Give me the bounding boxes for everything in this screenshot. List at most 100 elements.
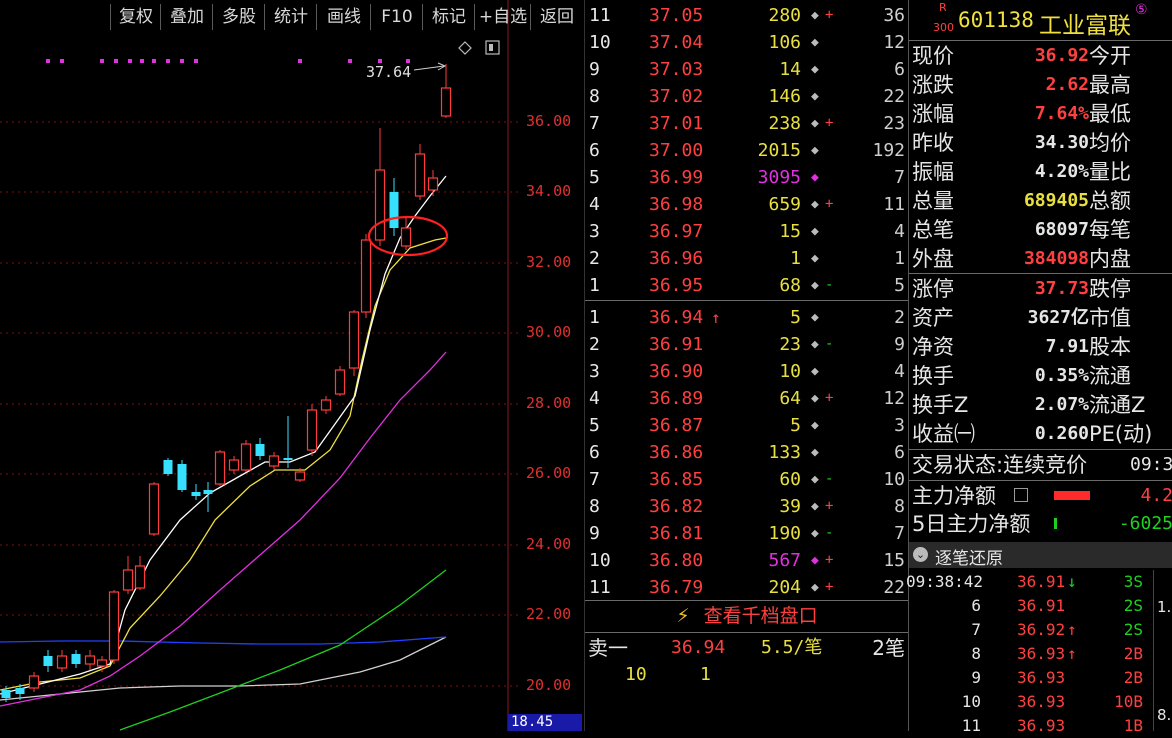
ask-row[interactable]: 7 37.01 238 ◆ +23 (585, 110, 909, 137)
ask-row[interactable]: 3 36.97 15 ◆ 4 (585, 218, 909, 245)
bid-order-count: 2 (894, 307, 905, 328)
tick-row[interactable]: 6 36.91 2S (909, 594, 1172, 618)
toolbar-button-7[interactable]: +自选 (474, 4, 531, 30)
ask-price: 36.99 (649, 167, 704, 188)
main-net-value: 4.2 (1140, 485, 1172, 506)
ask-row[interactable]: 8 37.02 146 ◆ 22 (585, 83, 909, 110)
bid-order-count: 4 (894, 361, 905, 382)
ask-row[interactable]: 5 36.99 3095 ◆ 7 (585, 164, 909, 191)
bid-row[interactable]: 3 36.90 10 ◆ 4 (585, 358, 909, 385)
bid-row[interactable]: 7 36.85 60 ◆ - 10 (585, 466, 909, 493)
more-depth-button[interactable]: ⚡ 查看千档盘口 (585, 601, 909, 631)
bid-row[interactable]: 8 36.82 39 ◆ +8 (585, 493, 909, 520)
quote-label: 总量 (912, 189, 954, 213)
bid-row[interactable]: 10 36.80 567 ◆ +15 (585, 547, 909, 574)
queue-order-2: 1 (700, 664, 711, 685)
tick-time: 10 (961, 692, 981, 711)
toolbar-button-6[interactable]: 标记 (422, 4, 475, 30)
toolbar-button-8[interactable]: 返回 (530, 4, 583, 30)
bid-change-sign: - (825, 471, 834, 487)
bid-row[interactable]: 4 36.89 64 ◆ +12 (585, 385, 909, 412)
ma20-line (0, 351, 447, 707)
candle-body (84, 655, 96, 665)
kline-chart[interactable]: 37.64 36.00 34.00 32.00 30.00 28.00 26.00 24.0… (0, 0, 582, 731)
candle-body (28, 675, 40, 689)
bid-volume: 60 (779, 469, 801, 490)
main5-net-row: 5日主力净额 -6025 (912, 510, 1172, 538)
bid-change-sign: + (825, 552, 834, 568)
price-tick-label: 20.00 (526, 676, 572, 694)
tick-time: 7 (971, 620, 981, 639)
diamond-icon: ◆ (811, 251, 819, 266)
candle-body (96, 659, 108, 667)
toolbar-button-3[interactable]: 统计 (264, 4, 317, 30)
bid-row[interactable]: 9 36.81 190 ◆ - 7 (585, 520, 909, 547)
quote-row: 总量 689405 总额 (909, 187, 1172, 215)
tick-row[interactable]: 10 36.93 10B (909, 690, 1172, 714)
up-arrow-icon: ↑ (711, 308, 721, 327)
ask-price: 36.96 (649, 248, 704, 269)
toolbar-button-2[interactable]: 多股 (212, 4, 265, 30)
candle-body (163, 460, 173, 474)
diamond-icon: ◆ (811, 224, 819, 239)
quote-label: 外盘 (912, 247, 954, 271)
bid-volume: 5 (790, 307, 801, 328)
tick-row[interactable]: 8 36.93 ↑ 2B (909, 642, 1172, 666)
bid-row[interactable]: 6 36.86 133 ◆ 6 (585, 439, 909, 466)
bid-row[interactable]: 5 36.87 5 ◆ 3 (585, 412, 909, 439)
ask-row[interactable]: 1 36.95 68 ◆ - 5 (585, 272, 909, 299)
bid-row[interactable]: 1 36.94 ↑ 5 ◆ 2 (585, 304, 909, 331)
ask-row[interactable]: 11 37.05 280 ◆ +36 (585, 2, 909, 29)
ask-row[interactable]: 4 36.98 659 ◆ +11 (585, 191, 909, 218)
fundamental-label-2: 跌停 (1089, 277, 1131, 301)
signal-marker (128, 59, 132, 63)
candle-body (334, 369, 346, 395)
tick-row[interactable]: 7 36.92 ↑ 2S (909, 618, 1172, 642)
bid-row[interactable]: 2 36.91 23 ◆ - 9 (585, 331, 909, 358)
window-icon-fill (489, 44, 493, 51)
ask-row[interactable]: 6 37.00 2015 ◆ 192 (585, 137, 909, 164)
ask-row[interactable]: 2 36.96 1 ◆ 1 (585, 245, 909, 272)
price-tick-label: 24.00 (526, 535, 572, 553)
toolbar-button-4[interactable]: 画线 (316, 4, 371, 30)
fundamental-value: 2.07% (1034, 394, 1089, 415)
ask-volume: 280 (768, 5, 801, 26)
candle-body (374, 169, 386, 241)
kline-canvas[interactable]: 37.64 (0, 0, 582, 731)
bid-row[interactable]: 11 36.79 204 ◆ +22 (585, 574, 909, 601)
ask-order-count: 36 (883, 5, 905, 26)
fundamental-label: 换手Z (912, 393, 969, 417)
bid-volume: 190 (768, 523, 801, 544)
bid-order-count: 8 (894, 496, 905, 517)
quote-value: 36.92 (1034, 45, 1089, 66)
toolbar-button-1[interactable]: 叠加 (160, 4, 213, 30)
ask-row[interactable]: 10 37.04 106 ◆ 12 (585, 29, 909, 56)
chart-toolbar: 复权 叠加 多股 统计 画线 F10 标记 +自选 返回 (0, 4, 582, 32)
ask-order-count: 5 (894, 275, 905, 296)
list-icon[interactable] (1014, 488, 1028, 502)
signal-marker (60, 59, 64, 63)
index-badge: 300 (933, 21, 954, 34)
tick-row[interactable]: 9 36.93 2B (909, 666, 1172, 690)
ask-level: 1 (589, 275, 600, 296)
toolbar-button-0[interactable]: 复权 (110, 4, 161, 30)
tick-row[interactable]: 09:38:42 36.91 ↓ 3S (906, 570, 1172, 594)
tick-panel-header[interactable]: ⌄ 逐笔还原 (909, 542, 1172, 569)
quote-value: 34.30 (1034, 132, 1089, 153)
ask-change-sign: + (825, 7, 834, 23)
tick-direction-icon: ↑ (1067, 620, 1077, 639)
ask-row[interactable]: 9 37.03 14 ◆ 6 (585, 56, 909, 83)
tick-volume: 2B (1123, 644, 1143, 663)
collapse-icon[interactable]: ⌄ (913, 547, 928, 562)
quote-label: 振幅 (912, 160, 954, 184)
tick-row[interactable]: 11 36.93 1B (909, 714, 1172, 738)
candle-body (214, 451, 226, 485)
fundamental-row: 换手 0.35% 流通 (909, 362, 1172, 390)
bid-order-count: 9 (894, 334, 905, 355)
bid-order-count: 22 (883, 577, 905, 598)
fundamental-label-2: 流通Z (1089, 393, 1146, 417)
fundamental-value: 3627亿 (1027, 307, 1089, 328)
fundamental-row: 换手Z 2.07% 流通Z (909, 391, 1172, 419)
toolbar-button-5[interactable]: F10 (370, 4, 423, 30)
tick-time: 11 (961, 716, 981, 735)
